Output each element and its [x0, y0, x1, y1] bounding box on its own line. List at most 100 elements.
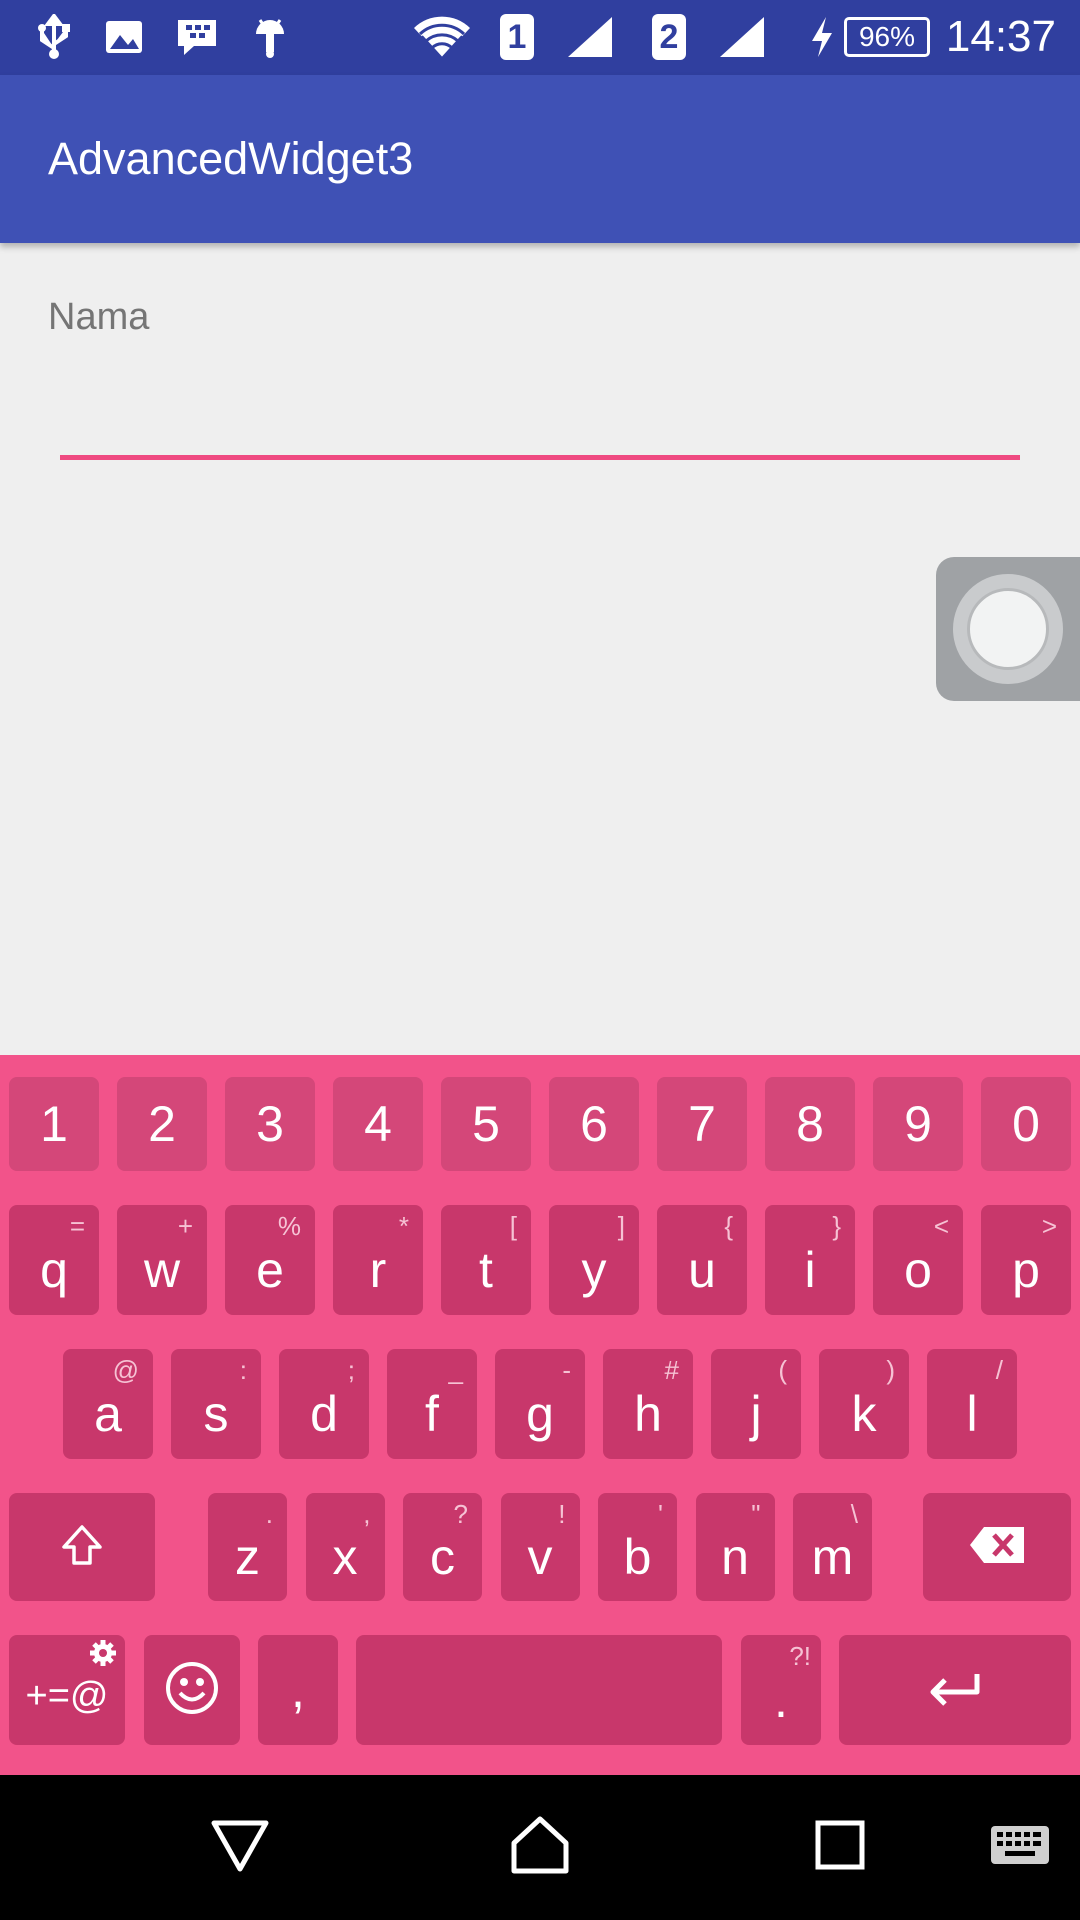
key-alt-label: " [751, 1499, 761, 1529]
key-label: z [235, 1529, 260, 1585]
key-6[interactable]: 6 [549, 1077, 639, 1171]
key-f[interactable]: f _ [387, 1349, 477, 1459]
key-q[interactable]: q = [9, 1205, 99, 1315]
key-n[interactable]: n " [695, 1493, 775, 1601]
sim1-badge: 1 [500, 14, 534, 60]
key-label: s [203, 1386, 229, 1442]
key-alt-label: [ [509, 1211, 517, 1241]
key-alt-label: = [69, 1211, 85, 1241]
key-alt-label: * [398, 1211, 409, 1241]
key-label: v [527, 1529, 553, 1585]
key-j[interactable]: j( [711, 1349, 801, 1459]
signal-icon [718, 14, 766, 60]
key-label: p [1012, 1242, 1040, 1298]
key-w[interactable]: w + [117, 1205, 207, 1315]
key-alt-label: , [363, 1499, 371, 1529]
key-label: e [256, 1242, 284, 1298]
key-label: h [634, 1386, 662, 1442]
shift-icon [58, 1521, 106, 1574]
name-field-label: Nama [48, 296, 150, 338]
comma-key[interactable]: , [258, 1635, 338, 1745]
soft-keyboard: +=@ , . ?! 1 2 3 4 5 6 7 8 9 0 q = w + e% r * t[y] u{i} o < p… [0, 1055, 1080, 1775]
enter-icon [927, 1670, 983, 1711]
key-label: 9 [904, 1096, 932, 1152]
emoji-key[interactable] [144, 1635, 240, 1745]
key-g[interactable]: g- [495, 1349, 585, 1459]
home-button[interactable] [500, 1807, 580, 1887]
name-input[interactable] [60, 380, 1020, 460]
key-3[interactable]: 3 [225, 1077, 315, 1171]
key-label: k [851, 1386, 877, 1442]
key-0[interactable]: 0 [981, 1077, 1071, 1171]
key-label: t [479, 1242, 493, 1298]
key-k[interactable]: k) [819, 1349, 909, 1459]
key-y[interactable]: y] [549, 1205, 639, 1315]
key-alt-label: # [664, 1355, 679, 1385]
key-e[interactable]: e% [225, 1205, 315, 1315]
key-c[interactable]: c? [403, 1493, 482, 1601]
key-label: 6 [580, 1096, 608, 1152]
app-title: AdvancedWidget3 [48, 133, 414, 184]
key-t[interactable]: t[ [441, 1205, 531, 1315]
backspace-icon [968, 1525, 1026, 1570]
symbols-key[interactable]: +=@ [9, 1635, 125, 1745]
key-alt-label: > [1041, 1211, 1057, 1241]
key-v[interactable]: v! [500, 1493, 580, 1601]
key-7[interactable]: 7 [657, 1077, 747, 1171]
key-label: y [581, 1242, 607, 1298]
key-u[interactable]: u{ [657, 1205, 747, 1315]
key-label: a [94, 1386, 122, 1442]
battery-indicator: 96% [844, 14, 930, 60]
key-label: 8 [796, 1096, 824, 1152]
recents-square-icon [814, 1819, 866, 1876]
key-5[interactable]: 5 [441, 1077, 531, 1171]
key-r[interactable]: r * [333, 1205, 423, 1315]
key-alt-label: \ [850, 1499, 858, 1529]
key-1[interactable]: 1 [9, 1077, 99, 1171]
space-key[interactable] [356, 1635, 722, 1745]
key-d[interactable]: d; [279, 1349, 369, 1459]
key-label: o [904, 1242, 932, 1298]
key-4[interactable]: 4 [333, 1077, 423, 1171]
key-label: b [623, 1529, 652, 1585]
key-alt-label: ; [347, 1355, 355, 1385]
key-label: 7 [688, 1096, 716, 1152]
clock: 14:37 [945, 12, 1056, 61]
key-p[interactable]: p > [981, 1205, 1071, 1315]
charging-icon [808, 14, 836, 60]
key-8[interactable]: 8 [765, 1077, 855, 1171]
key-a[interactable]: a @ [63, 1349, 153, 1459]
key-label: 2 [148, 1096, 176, 1152]
period-key[interactable]: . ?! [741, 1635, 821, 1745]
key-label: g [526, 1386, 554, 1442]
key-z[interactable]: z. [208, 1493, 287, 1601]
key-i[interactable]: i} [765, 1205, 855, 1315]
assistive-touch-button[interactable] [936, 557, 1080, 701]
back-button[interactable] [200, 1807, 280, 1887]
key-h[interactable]: h # [603, 1349, 693, 1459]
key-m[interactable]: m \ [793, 1493, 872, 1601]
recents-button[interactable] [800, 1807, 880, 1887]
key-label: j [750, 1386, 762, 1442]
key-9[interactable]: 9 [873, 1077, 963, 1171]
keyboard-icon [989, 1824, 1051, 1871]
key-2[interactable]: 2 [117, 1077, 207, 1171]
bbm-icon [174, 14, 220, 60]
enter-key[interactable] [839, 1635, 1071, 1745]
image-icon [104, 14, 144, 60]
key-o[interactable]: o < [873, 1205, 963, 1315]
key-label: 4 [364, 1096, 392, 1152]
key-alt-label: . [265, 1499, 273, 1529]
key-label: f [425, 1386, 439, 1442]
shift-key[interactable] [9, 1493, 155, 1601]
key-l[interactable]: l / [927, 1349, 1017, 1459]
key-b[interactable]: b ' [598, 1493, 677, 1601]
key-s[interactable]: s: [171, 1349, 261, 1459]
key-x[interactable]: x, [305, 1493, 385, 1601]
key-label: l [966, 1386, 978, 1442]
backspace-key[interactable] [923, 1493, 1071, 1601]
keyboard-switch-button[interactable] [985, 1807, 1055, 1887]
back-triangle-icon [210, 1817, 270, 1878]
key-label: u [688, 1242, 716, 1298]
key-alt-label: : [239, 1355, 247, 1385]
